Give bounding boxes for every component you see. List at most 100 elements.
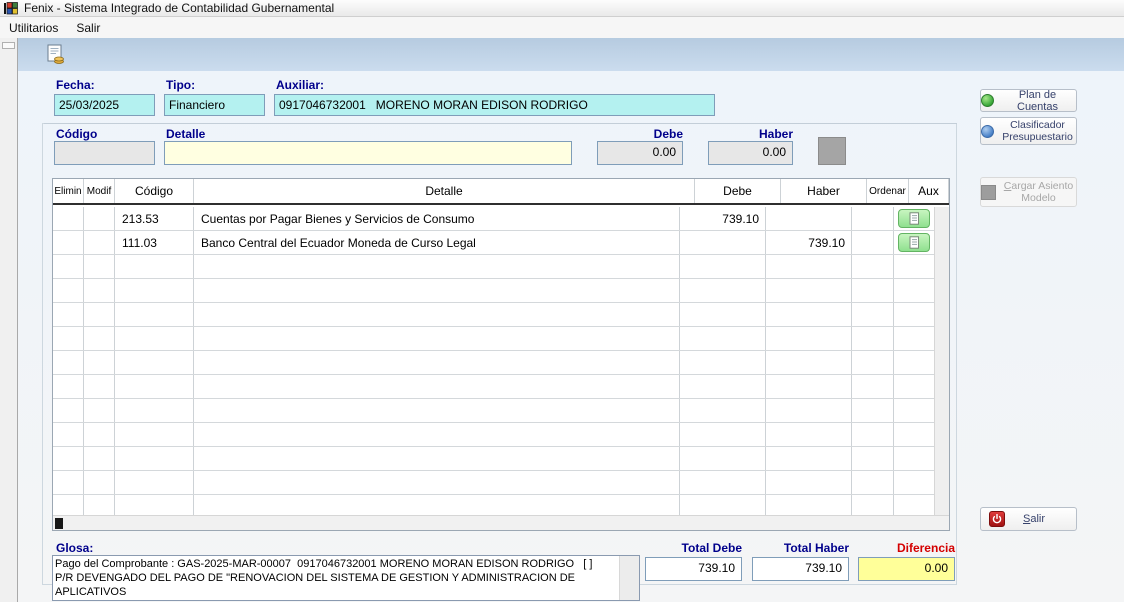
grid-cell-elimin xyxy=(53,471,84,494)
grid-header-ordenar: Ordenar xyxy=(867,179,909,203)
debe-entry-label: Debe xyxy=(597,127,683,141)
fecha-field[interactable]: 25/03/2025 xyxy=(54,94,155,116)
grid-cell-detalle[interactable]: Cuentas por Pagar Bienes y Servicios de … xyxy=(194,207,680,230)
grid-cell-modif xyxy=(84,423,115,446)
grid-cell-elimin xyxy=(53,327,84,350)
grid-empty-row xyxy=(53,495,934,515)
grid-cell-detalle[interactable]: Banco Central del Ecuador Moneda de Curs… xyxy=(194,231,680,254)
grid-empty-row xyxy=(53,255,934,279)
grid-cell-detalle xyxy=(194,495,680,515)
grid-cell-elimin[interactable] xyxy=(53,207,84,230)
diferencia-label: Diferencia xyxy=(858,541,955,555)
grid-cell-haber xyxy=(766,423,852,446)
aux-detail-button[interactable] xyxy=(898,233,930,252)
grid-cell-debe xyxy=(680,255,766,278)
grid-cell-modif xyxy=(84,303,115,326)
salir-label: Salir xyxy=(1023,513,1045,525)
grid-cell-ordenar xyxy=(852,255,894,278)
grid-cell-codigo xyxy=(115,447,194,470)
grid-cell-debe xyxy=(680,303,766,326)
grid-header-detalle: Detalle xyxy=(194,179,695,203)
grid-cell-codigo[interactable]: 213.53 xyxy=(115,207,194,230)
title-bar: Fenix - Sistema Integrado de Contabilida… xyxy=(0,0,1124,17)
grid-cell-haber[interactable]: 739.10 xyxy=(766,231,852,254)
grid-empty-row xyxy=(53,471,934,495)
grid-header-haber: Haber xyxy=(781,179,867,203)
grid-cell-modif xyxy=(84,375,115,398)
grid-cell-aux xyxy=(894,471,934,494)
salir-button[interactable]: Salir xyxy=(980,507,1077,531)
grid-cell-aux[interactable] xyxy=(894,231,934,254)
grid-cell-ordenar xyxy=(852,279,894,302)
grid-cell-modif xyxy=(84,399,115,422)
grid-cell-debe[interactable] xyxy=(680,231,766,254)
grid-cell-ordenar[interactable] xyxy=(852,231,894,254)
grid-cell-ordenar xyxy=(852,327,894,350)
grid-cell-modif[interactable] xyxy=(84,207,115,230)
grid-cell-haber xyxy=(766,303,852,326)
clasificador-presupuestario-button[interactable]: Clasificador Presupuestario xyxy=(980,117,1077,145)
grid-cell-debe xyxy=(680,375,766,398)
menu-item-salir[interactable]: Salir xyxy=(67,19,109,37)
add-entry-button[interactable] xyxy=(818,137,846,165)
grid-cell-elimin xyxy=(53,423,84,446)
grid-cell-codigo xyxy=(115,327,194,350)
grid-cell-ordenar xyxy=(852,471,894,494)
grid-cell-haber xyxy=(766,447,852,470)
plan-de-cuentas-button[interactable]: Plan de Cuentas xyxy=(980,89,1077,112)
voucher-toolbar-button[interactable] xyxy=(44,43,68,67)
cargar-asiento-modelo-button[interactable]: Cargar Asiento Modelo xyxy=(980,177,1077,207)
left-side-strip xyxy=(0,38,18,602)
fecha-label: Fecha: xyxy=(56,78,95,92)
total-haber-field: 739.10 xyxy=(752,557,849,581)
grid-vertical-scrollbar[interactable] xyxy=(934,207,949,515)
strip-handle[interactable] xyxy=(2,42,15,49)
codigo-entry-field[interactable] xyxy=(54,141,155,165)
grid-cell-codigo[interactable]: 111.03 xyxy=(115,231,194,254)
gray-square-icon xyxy=(981,185,996,200)
grid-header-código: Código xyxy=(115,179,194,203)
menu-item-utilitarios[interactable]: Utilitarios xyxy=(0,19,67,37)
grid-cell-debe[interactable]: 739.10 xyxy=(680,207,766,230)
grid-cell-modif xyxy=(84,495,115,515)
scrollbar-thumb[interactable] xyxy=(55,518,63,529)
grid-cell-aux[interactable] xyxy=(894,207,934,230)
grid-cell-elimin xyxy=(53,255,84,278)
windows-logo-icon xyxy=(4,2,18,15)
grid-cell-elimin[interactable] xyxy=(53,231,84,254)
grid-cell-detalle xyxy=(194,303,680,326)
grid-cell-modif xyxy=(84,471,115,494)
glosa-textarea[interactable]: Pago del Comprobante : GAS-2025-MAR-0000… xyxy=(55,557,617,599)
grid-empty-row xyxy=(53,423,934,447)
grid-cell-codigo xyxy=(115,279,194,302)
grid-data-row: 213.53Cuentas por Pagar Bienes y Servici… xyxy=(53,207,934,231)
grid-cell-detalle xyxy=(194,399,680,422)
grid-cell-aux xyxy=(894,279,934,302)
grid-cell-aux xyxy=(894,423,934,446)
grid-header-elimin: Elimin xyxy=(53,179,84,203)
auxiliar-field[interactable]: 0917046732001 MORENO MORAN EDISON RODRIG… xyxy=(274,94,715,116)
grid-cell-ordenar[interactable] xyxy=(852,207,894,230)
debe-entry-field[interactable]: 0.00 xyxy=(597,141,683,165)
grid-empty-row xyxy=(53,399,934,423)
detalle-entry-field[interactable] xyxy=(164,141,572,165)
grid-cell-haber xyxy=(766,375,852,398)
grid-cell-debe xyxy=(680,495,766,515)
haber-entry-label: Haber xyxy=(708,127,793,141)
tipo-field[interactable]: Financiero xyxy=(164,94,265,116)
grid-cell-modif[interactable] xyxy=(84,231,115,254)
grid-cell-haber[interactable] xyxy=(766,207,852,230)
power-icon xyxy=(989,511,1005,527)
grid-cell-debe xyxy=(680,327,766,350)
grid-cell-aux xyxy=(894,255,934,278)
grid-cell-modif xyxy=(84,255,115,278)
separator-line xyxy=(44,123,957,124)
grid-cell-elimin xyxy=(53,495,84,515)
glosa-scrollbar[interactable] xyxy=(619,556,639,600)
grid-cell-detalle xyxy=(194,471,680,494)
haber-entry-field[interactable]: 0.00 xyxy=(708,141,793,165)
grid-horizontal-scrollbar[interactable] xyxy=(53,515,949,530)
glosa-label: Glosa: xyxy=(56,541,93,555)
aux-detail-button[interactable] xyxy=(898,209,930,228)
detalle-entry-label: Detalle xyxy=(166,127,205,141)
